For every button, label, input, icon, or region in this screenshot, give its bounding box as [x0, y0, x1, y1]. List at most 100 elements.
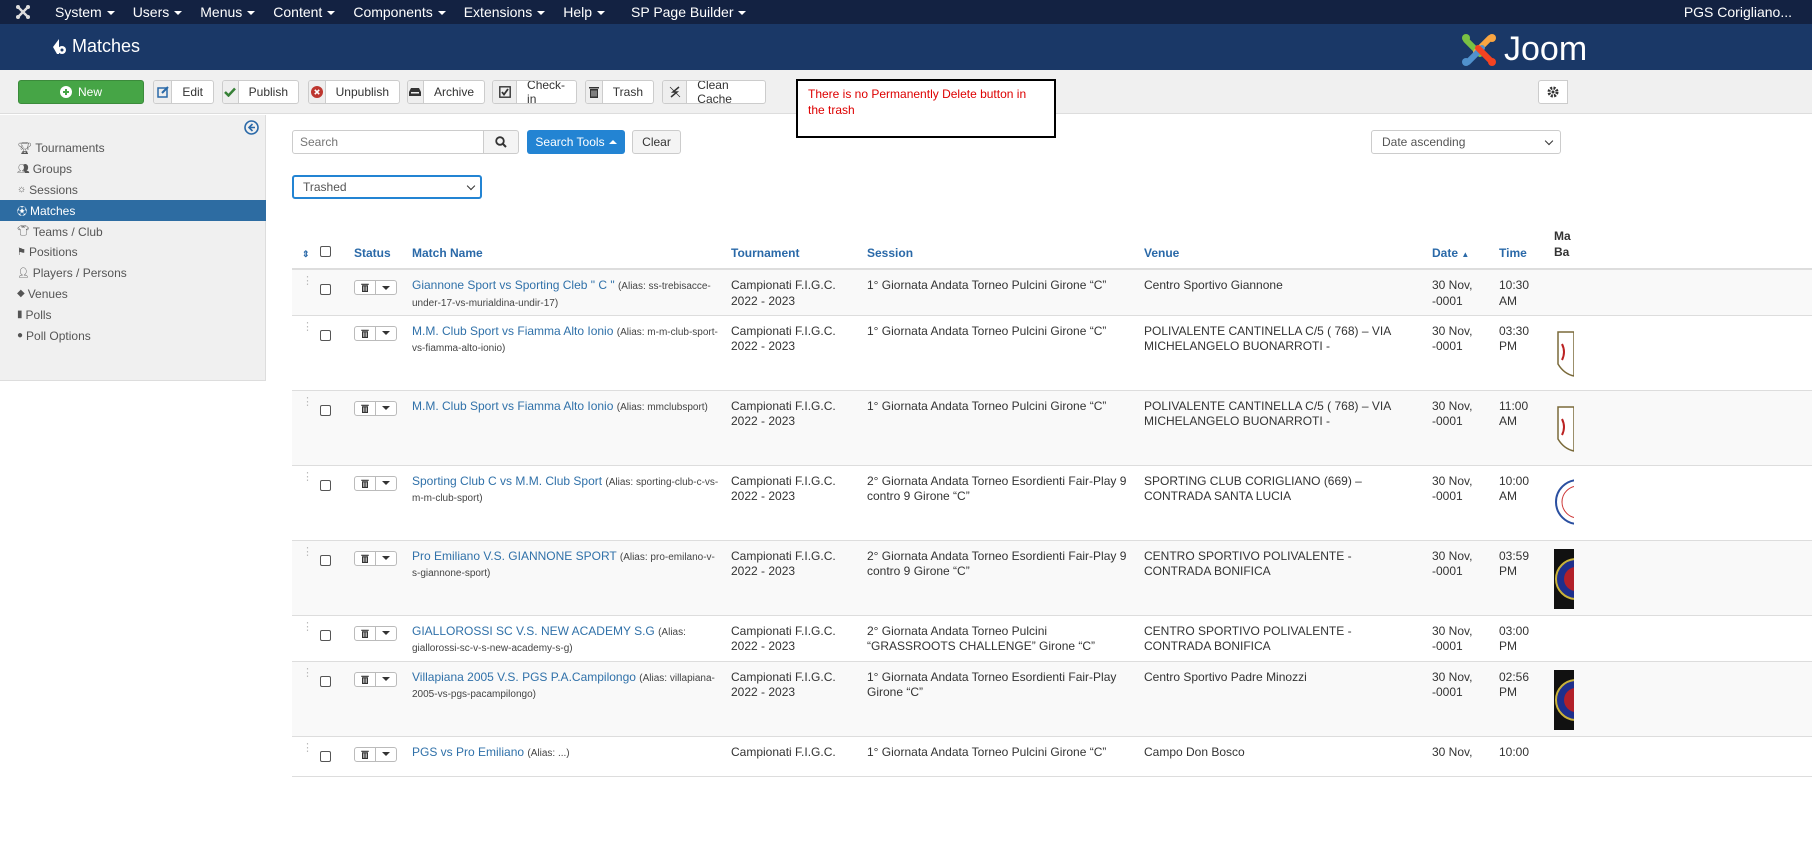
- sidebar-item-sessions[interactable]: ☼ Sessions: [0, 180, 266, 201]
- status-dropdown-toggle[interactable]: [376, 627, 396, 640]
- row-checkbox[interactable]: [320, 750, 331, 762]
- trash-status-icon[interactable]: [355, 281, 376, 294]
- drag-handle[interactable]: ⋮: [292, 736, 320, 777]
- clear-button[interactable]: Clear: [632, 130, 681, 154]
- status-dropdown-toggle[interactable]: [376, 477, 396, 490]
- drag-handle[interactable]: ⋮: [292, 615, 320, 662]
- row-checkbox[interactable]: [320, 284, 331, 295]
- table-row[interactable]: ⋮ M.M. Club Sport vs Fiamma Alto Ionio (…: [292, 315, 1812, 391]
- sidebar-item-matches[interactable]: ⚽︎ Matches: [0, 200, 266, 222]
- status-toggle[interactable]: [354, 746, 397, 762]
- status-dropdown-toggle[interactable]: [376, 673, 396, 686]
- menu-sp-page-builder[interactable]: SP Page Builder: [622, 4, 755, 20]
- trash-status-icon[interactable]: [355, 551, 376, 565]
- sidebar-item-teams-club[interactable]: 👕︎ Teams / Club: [0, 221, 266, 242]
- menu-components[interactable]: Components: [344, 4, 454, 20]
- select-all-checkbox[interactable]: [320, 246, 331, 257]
- status-dropdown-toggle[interactable]: [376, 552, 396, 565]
- row-checkbox[interactable]: [320, 329, 331, 341]
- status-header[interactable]: Status: [354, 228, 412, 270]
- site-name-link[interactable]: PGS Corigliano...: [1684, 4, 1812, 20]
- table-row[interactable]: ⋮ M.M. Club Sport vs Fiamma Alto Ionio (…: [292, 390, 1812, 466]
- status-toggle[interactable]: [354, 280, 397, 295]
- status-filter-select[interactable]: Trashed: [292, 175, 482, 199]
- status-toggle[interactable]: [354, 400, 397, 416]
- table-row[interactable]: ⋮ GIALLOROSSI SC V.S. NEW ACADEMY S.G (A…: [292, 615, 1812, 662]
- time-header[interactable]: Time: [1499, 228, 1554, 270]
- tournament-header[interactable]: Tournament: [731, 228, 867, 270]
- sidebar-item-positions[interactable]: ⚑ Positions: [0, 242, 266, 263]
- status-toggle[interactable]: [354, 625, 397, 641]
- match-name-link[interactable]: M.M. Club Sport vs Fiamma Alto Ionio: [412, 324, 613, 338]
- sort-select[interactable]: Date ascending: [1371, 130, 1561, 154]
- trash-status-icon[interactable]: [355, 626, 376, 640]
- edit-button[interactable]: Edit: [153, 80, 214, 104]
- drag-handle[interactable]: ⋮: [292, 661, 320, 737]
- trash-button[interactable]: Trash: [585, 80, 654, 104]
- table-row[interactable]: ⋮ Villapiana 2005 V.S. PGS P.A.Campilong…: [292, 661, 1812, 737]
- drag-handle[interactable]: ⋮: [292, 465, 320, 541]
- ordering-header[interactable]: ⇕: [292, 228, 320, 270]
- match-name-link[interactable]: PGS vs Pro Emiliano: [412, 745, 524, 759]
- trash-status-icon[interactable]: [355, 476, 376, 490]
- match-name-link[interactable]: Sporting Club C vs M.M. Club Sport: [412, 474, 602, 488]
- row-checkbox[interactable]: [320, 629, 331, 641]
- status-toggle[interactable]: [354, 325, 397, 341]
- sidebar-item-polls[interactable]: ▮ Polls: [0, 304, 266, 325]
- sidebar-item-players-persons[interactable]: 👤︎ Players / Persons: [0, 263, 266, 284]
- match-name-link[interactable]: GIALLOROSSI SC V.S. NEW ACADEMY S.G: [412, 624, 655, 638]
- menu-system[interactable]: System: [46, 4, 124, 20]
- row-checkbox[interactable]: [320, 675, 331, 687]
- status-dropdown-toggle[interactable]: [376, 748, 396, 761]
- match-name-link[interactable]: M.M. Club Sport vs Fiamma Alto Ionio: [412, 399, 613, 413]
- trash-status-icon[interactable]: [355, 326, 376, 340]
- table-row[interactable]: ⋮ Pro Emiliano V.S. GIANNONE SPORT (Alia…: [292, 540, 1812, 616]
- collapse-sidebar-button[interactable]: [244, 120, 259, 138]
- date-header[interactable]: Date ▲: [1432, 228, 1499, 270]
- menu-help[interactable]: Help: [554, 4, 614, 20]
- status-toggle[interactable]: [354, 550, 397, 566]
- menu-users[interactable]: Users: [124, 4, 192, 20]
- drag-handle[interactable]: ⋮: [292, 315, 320, 391]
- table-row[interactable]: ⋮ Sporting Club C vs M.M. Club Sport (Al…: [292, 465, 1812, 541]
- new-button[interactable]: New: [18, 80, 144, 104]
- session-header[interactable]: Session: [867, 228, 1144, 270]
- sidebar-item-poll-options[interactable]: ● Poll Options: [0, 325, 266, 346]
- menu-menus[interactable]: Menus: [191, 4, 264, 20]
- match-name-header[interactable]: Match Name: [412, 228, 731, 270]
- row-checkbox[interactable]: [320, 404, 331, 416]
- table-row[interactable]: ⋮ PGS vs Pro Emiliano (Alias: ...) Campi…: [292, 736, 1812, 777]
- status-dropdown-toggle[interactable]: [376, 327, 396, 340]
- archive-button[interactable]: Archive: [407, 80, 485, 104]
- status-toggle[interactable]: [354, 671, 397, 687]
- joomla-icon[interactable]: [0, 0, 46, 24]
- status-toggle[interactable]: [354, 475, 397, 491]
- trash-status-icon[interactable]: [355, 747, 376, 761]
- menu-extensions[interactable]: Extensions: [455, 4, 554, 20]
- match-name-link[interactable]: Giannone Sport vs Sporting Cleb " C ": [412, 278, 615, 292]
- match-name-link[interactable]: Pro Emiliano V.S. GIANNONE SPORT: [412, 549, 617, 563]
- status-dropdown-toggle[interactable]: [376, 402, 396, 415]
- venue-header[interactable]: Venue: [1144, 228, 1432, 270]
- row-checkbox[interactable]: [320, 479, 331, 491]
- trash-status-icon[interactable]: [355, 672, 376, 686]
- table-row[interactable]: ⋮ Giannone Sport vs Sporting Cleb " C " …: [292, 269, 1812, 316]
- drag-handle[interactable]: ⋮: [292, 540, 320, 616]
- search-tools-button[interactable]: Search Tools: [527, 130, 625, 154]
- checkin-button[interactable]: Check-in: [492, 80, 577, 104]
- menu-content[interactable]: Content: [264, 4, 344, 20]
- drag-handle[interactable]: ⋮: [292, 269, 320, 316]
- sidebar-item-venues[interactable]: ◆ Venues: [0, 284, 266, 305]
- clean-cache-button[interactable]: Clean Cache: [662, 80, 766, 104]
- options-gear-button[interactable]: [1538, 80, 1568, 104]
- sidebar-item-tournaments[interactable]: 🏆︎ Tournaments: [0, 138, 266, 159]
- match-name-link[interactable]: Villapiana 2005 V.S. PGS P.A.Campilongo: [412, 670, 636, 684]
- row-checkbox[interactable]: [320, 554, 331, 566]
- search-input[interactable]: [292, 130, 484, 154]
- status-dropdown-toggle[interactable]: [376, 281, 396, 294]
- unpublish-button[interactable]: Unpublish: [308, 80, 400, 104]
- search-button[interactable]: [483, 130, 519, 154]
- publish-button[interactable]: Publish: [222, 80, 299, 104]
- trash-status-icon[interactable]: [355, 401, 376, 415]
- sidebar-item-groups[interactable]: 👥︎ Groups: [0, 159, 266, 180]
